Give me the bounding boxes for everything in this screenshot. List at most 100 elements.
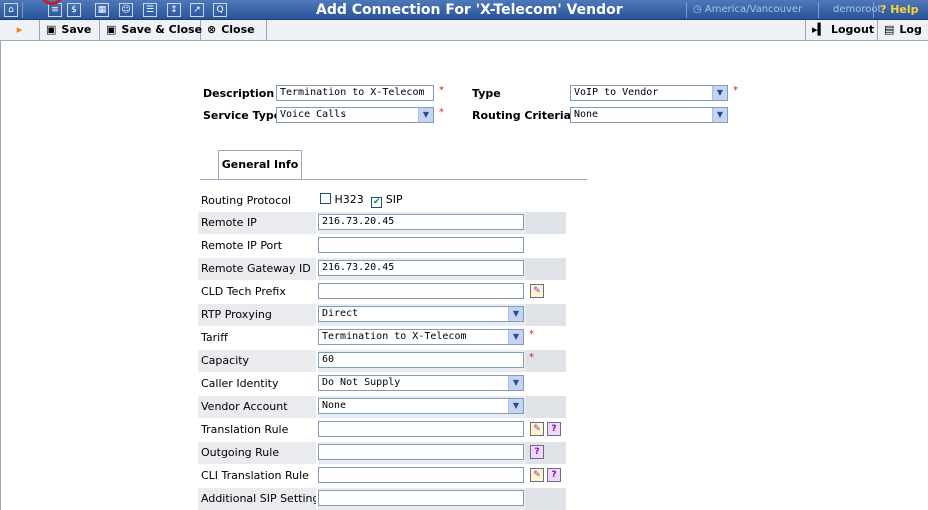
user-name[interactable]: demoroot bbox=[833, 4, 881, 15]
vendor-account-value: None bbox=[322, 400, 347, 411]
remote-gateway-id-input[interactable]: 216.73.20.45 bbox=[318, 260, 524, 276]
outgoing-rule-label: Outgoing Rule bbox=[201, 446, 280, 459]
tree-icon[interactable]: ↕ bbox=[167, 3, 181, 17]
help-question-icon[interactable]: ? bbox=[530, 445, 544, 459]
caller-identity-row: Caller Identity Do Not Supply ▼ bbox=[198, 373, 566, 395]
search-icon[interactable]: Q bbox=[213, 3, 227, 17]
chevron-down-icon: ▼ bbox=[712, 86, 727, 100]
logout-label: Logout bbox=[830, 23, 875, 36]
row-extra-cell bbox=[526, 304, 566, 326]
row-extra-cell bbox=[526, 488, 566, 510]
help-question-icon[interactable]: ? bbox=[547, 468, 561, 482]
save-close-label: Save & Close bbox=[121, 23, 203, 36]
required-marker: * bbox=[439, 107, 444, 118]
sip-label: SIP bbox=[385, 193, 403, 206]
cli-translation-rule-input[interactable] bbox=[318, 467, 524, 483]
tab-general-info[interactable]: General Info bbox=[218, 150, 302, 180]
description-input[interactable]: Termination to X-Telecom bbox=[276, 85, 434, 101]
wizard-wand-icon[interactable]: ✎ bbox=[530, 468, 544, 482]
chevron-down-icon: ▼ bbox=[418, 108, 433, 122]
outgoing-rule-row: Outgoing Rule ? bbox=[198, 442, 566, 464]
caller-identity-select[interactable]: Do Not Supply ▼ bbox=[318, 375, 524, 391]
description-label: Description bbox=[203, 87, 275, 100]
help-icon: ? bbox=[880, 3, 891, 16]
page-title: Add Connection For 'X-Telecom' Vendor bbox=[316, 2, 623, 18]
routing-protocol-options: H323 ✔ SIP bbox=[320, 193, 403, 208]
service-type-select[interactable]: Voice Calls ▼ bbox=[276, 107, 434, 123]
type-label: Type bbox=[472, 87, 501, 100]
rtp-proxying-select[interactable]: Direct ▼ bbox=[318, 306, 524, 322]
divider bbox=[200, 179, 587, 180]
divider bbox=[873, 2, 874, 18]
close-icon: ⊗ bbox=[207, 23, 217, 36]
type-select[interactable]: VoIP to Vendor ▼ bbox=[570, 85, 728, 101]
row-extra-cell bbox=[526, 258, 566, 280]
rtp-proxying-row: RTP Proxying Direct ▼ bbox=[198, 304, 566, 326]
vendor-account-select[interactable]: None ▼ bbox=[318, 398, 524, 414]
cld-tech-prefix-row: CLD Tech Prefix ✎ bbox=[198, 281, 566, 303]
dollar-icon[interactable]: $ bbox=[67, 3, 81, 17]
timezone-label[interactable]: ◷ America/Vancouver bbox=[693, 4, 802, 15]
service-type-value: Voice Calls bbox=[280, 109, 347, 120]
list-icon[interactable]: ☰ bbox=[143, 3, 157, 17]
rtp-proxying-value: Direct bbox=[322, 308, 359, 319]
capacity-input[interactable]: 60 bbox=[318, 352, 524, 368]
remote-gateway-id-label: Remote Gateway ID bbox=[201, 262, 311, 275]
save-button[interactable]: ▣ Save bbox=[40, 20, 100, 40]
additional-sip-label: Additional SIP Settings bbox=[201, 492, 326, 505]
additional-sip-input[interactable] bbox=[318, 490, 524, 506]
chevron-down-icon: ▼ bbox=[508, 376, 523, 390]
help-text: Help bbox=[890, 3, 919, 16]
h323-checkbox[interactable] bbox=[320, 193, 331, 204]
chevron-down-icon: ▼ bbox=[508, 399, 523, 413]
logout-button[interactable]: ▸▍ Logout bbox=[805, 20, 878, 40]
capacity-label: Capacity bbox=[201, 354, 250, 367]
chevron-down-icon: ▼ bbox=[508, 330, 523, 344]
cli-translation-rule-row: CLI Translation Rule ✎ ? bbox=[198, 465, 566, 487]
timezone-text: America/Vancouver bbox=[704, 4, 803, 15]
person-icon[interactable]: ☺ bbox=[119, 3, 133, 17]
clock-icon: ◷ bbox=[693, 4, 705, 15]
remote-ip-port-row: Remote IP Port bbox=[198, 235, 566, 257]
routing-criteria-select[interactable]: None ▼ bbox=[570, 107, 728, 123]
cld-tech-prefix-label: CLD Tech Prefix bbox=[201, 285, 286, 298]
help-link[interactable]: ? Help bbox=[880, 3, 919, 16]
remote-gateway-id-row: Remote Gateway ID 216.73.20.45 bbox=[198, 258, 566, 280]
tariff-label: Tariff bbox=[201, 331, 228, 344]
divider bbox=[686, 2, 687, 18]
wizard-wand-icon[interactable]: ✎ bbox=[530, 284, 544, 298]
grid-icon[interactable]: ▦ bbox=[95, 3, 109, 17]
expand-arrow-button[interactable]: ▸ bbox=[0, 20, 40, 40]
save-close-button[interactable]: ▣ Save & Close bbox=[100, 20, 203, 40]
row-extra-cell bbox=[526, 212, 566, 234]
cld-tech-prefix-input[interactable] bbox=[318, 283, 524, 299]
chevron-down-icon: ▼ bbox=[712, 108, 727, 122]
chart-icon[interactable]: ↗ bbox=[190, 3, 204, 17]
tariff-select[interactable]: Termination to X-Telecom ▼ bbox=[318, 329, 524, 345]
disk-icon: ▣ bbox=[46, 23, 57, 36]
close-label: Close bbox=[221, 23, 255, 36]
chevron-down-icon: ▼ bbox=[508, 307, 523, 321]
sip-checkbox[interactable]: ✔ bbox=[371, 197, 383, 208]
close-button[interactable]: ⊗ Close bbox=[201, 20, 267, 40]
disk-icon: ▣ bbox=[106, 23, 117, 36]
menu-icon[interactable]: ≡ bbox=[48, 3, 62, 17]
remote-ip-port-label: Remote IP Port bbox=[201, 239, 283, 252]
wizard-wand-icon[interactable]: ✎ bbox=[530, 422, 544, 436]
service-type-label: Service Type bbox=[203, 109, 282, 122]
log-icon: ▤ bbox=[884, 23, 895, 36]
outgoing-rule-input[interactable] bbox=[318, 444, 524, 460]
vendor-account-row: Vendor Account None ▼ bbox=[198, 396, 566, 418]
remote-ip-row: Remote IP 216.73.20.45 bbox=[198, 212, 566, 234]
help-question-icon[interactable]: ? bbox=[547, 422, 561, 436]
translation-rule-input[interactable] bbox=[318, 421, 524, 437]
top-header-bar: ⌂ ≡ $ ▦ ☺ ☰ ↕ ↗ Q Add Connection For 'X-… bbox=[0, 0, 928, 20]
additional-sip-row: Additional SIP Settings bbox=[198, 488, 566, 510]
remote-ip-port-input[interactable] bbox=[318, 237, 524, 253]
log-button[interactable]: ▤ Log bbox=[878, 20, 928, 40]
remote-ip-input[interactable]: 216.73.20.45 bbox=[318, 214, 524, 230]
caller-identity-value: Do Not Supply bbox=[322, 377, 401, 388]
home-icon[interactable]: ⌂ bbox=[4, 3, 18, 17]
remote-ip-label: Remote IP bbox=[201, 216, 257, 229]
log-label: Log bbox=[899, 23, 922, 36]
